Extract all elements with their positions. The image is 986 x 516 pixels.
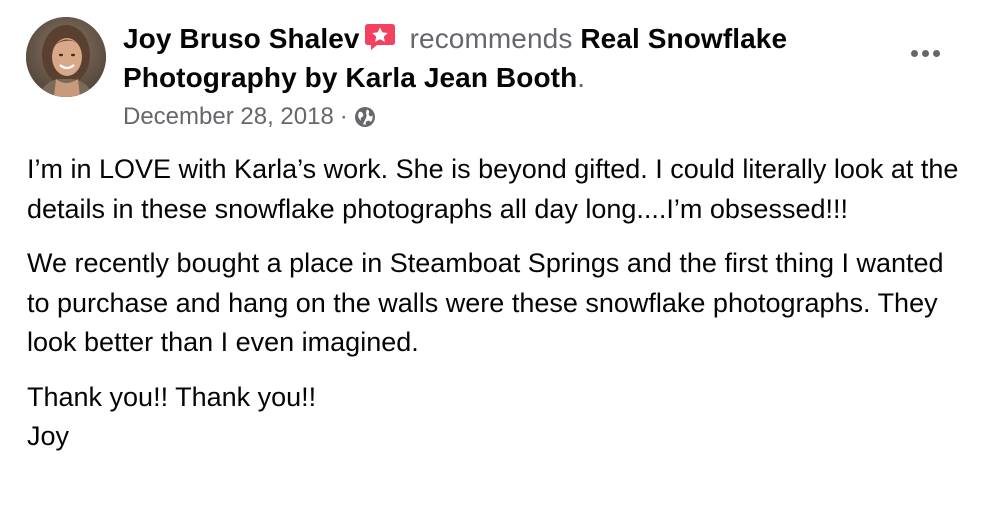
post-paragraph: I’m in LOVE with Karla’s work. She is be… bbox=[27, 154, 959, 224]
more-dot bbox=[910, 49, 918, 57]
post-meta: December 28, 2018 · bbox=[123, 100, 376, 134]
more-options-icon[interactable] bbox=[905, 38, 945, 68]
recommend-star-icon bbox=[364, 22, 396, 52]
meta-separator: · bbox=[339, 103, 348, 130]
post-header: Joy Bruso Shalev recommends Real Snowfla… bbox=[123, 19, 883, 97]
recommendation-post: Joy Bruso Shalev recommends Real Snowfla… bbox=[0, 0, 986, 516]
post-body: I’m in LOVE with Karla’s work. She is be… bbox=[27, 150, 972, 472]
action-text: recommends bbox=[409, 23, 573, 54]
avatar-photo bbox=[26, 17, 106, 97]
more-dot bbox=[932, 49, 940, 57]
post-paragraph: We recently bought a place in Steamboat … bbox=[27, 248, 944, 357]
post-paragraph: Thank you!! Thank you!! Joy bbox=[27, 381, 317, 452]
header-period: . bbox=[577, 62, 586, 93]
more-dot bbox=[921, 49, 929, 57]
author-avatar[interactable] bbox=[26, 17, 106, 97]
post-date[interactable]: December 28, 2018 bbox=[123, 100, 334, 134]
globe-icon[interactable] bbox=[354, 106, 376, 128]
author-name[interactable]: Joy Bruso Shalev bbox=[123, 23, 360, 54]
